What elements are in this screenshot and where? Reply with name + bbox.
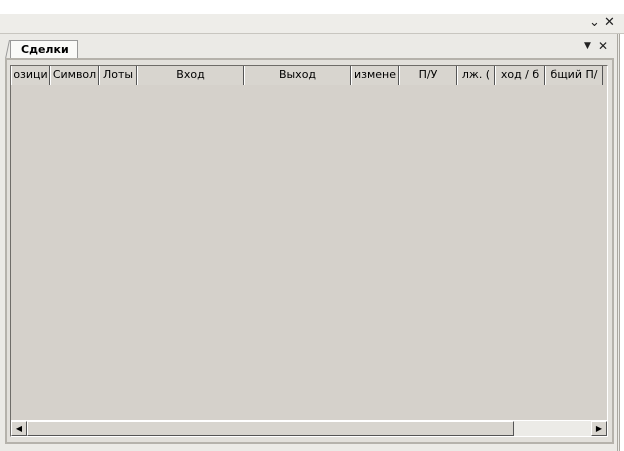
column-header[interactable]: Вход bbox=[137, 66, 244, 85]
column-header[interactable]: Выход bbox=[244, 66, 351, 85]
tab-trades[interactable]: Сделки bbox=[10, 40, 78, 58]
column-header[interactable]: Символ bbox=[50, 66, 99, 85]
column-header[interactable]: ход / б bbox=[495, 66, 545, 85]
table-header: озици Символ Лоты Вход Выход измене П/У … bbox=[11, 66, 603, 85]
window-titlebar: ⌄ ✕ bbox=[0, 14, 624, 34]
column-header[interactable]: бщий П/ bbox=[545, 66, 603, 85]
scroll-left-icon[interactable]: ◀ bbox=[11, 421, 27, 436]
column-header[interactable]: П/У bbox=[399, 66, 457, 85]
trades-panel: Сделки ▼ ✕ озици Символ Лоты Вход Выход … bbox=[0, 34, 620, 451]
column-header[interactable]: Лоты bbox=[99, 66, 137, 85]
scroll-right-icon[interactable]: ▶ bbox=[591, 421, 607, 436]
table-frame: озици Символ Лоты Вход Выход измене П/У … bbox=[5, 58, 614, 444]
scrollbar-thumb[interactable] bbox=[27, 421, 514, 436]
pin-menu-icon[interactable]: ⌄ bbox=[589, 15, 600, 30]
dropdown-icon[interactable]: ▼ bbox=[584, 41, 591, 51]
close-icon[interactable]: ✕ bbox=[604, 15, 615, 30]
column-header[interactable]: измене bbox=[351, 66, 399, 85]
horizontal-scrollbar[interactable]: ◀ ▶ bbox=[11, 420, 607, 436]
column-header[interactable]: лж. ( bbox=[457, 66, 495, 85]
trades-table: озици Символ Лоты Вход Выход измене П/У … bbox=[10, 65, 608, 437]
column-header[interactable]: озици bbox=[11, 66, 50, 85]
panel-close-icon[interactable]: ✕ bbox=[598, 39, 608, 53]
